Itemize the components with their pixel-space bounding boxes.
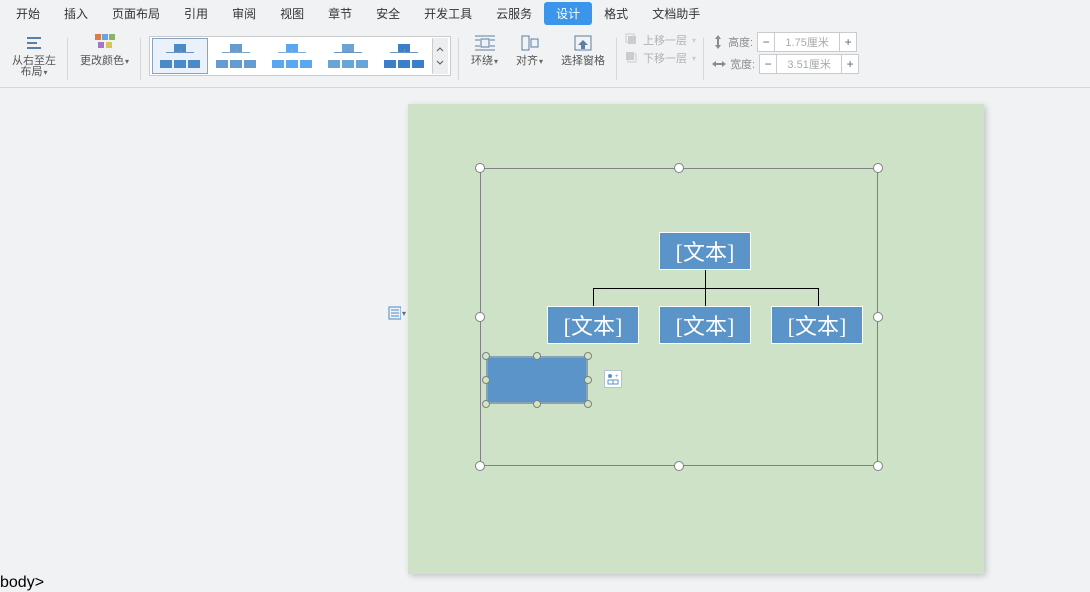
menu-review[interactable]: 审阅 [220,2,268,25]
menu-page-layout[interactable]: 页面布局 [100,2,172,25]
style-option-4[interactable] [320,38,376,74]
send-backward-icon [625,51,639,65]
ribbon-group-direction: 从右至左 布局▾ [0,30,68,88]
smartart-node-child-1[interactable]: [文本] [547,306,639,344]
width-input[interactable] [777,54,841,74]
menu-cloud[interactable]: 云服务 [484,2,544,25]
ribbon-group-arrange: 环绕▾ 对齐▾ 选择窗格 [459,30,617,88]
style-gallery [149,36,451,76]
style-option-1[interactable] [152,38,208,74]
menu-start[interactable]: 开始 [4,2,52,25]
height-input[interactable] [775,32,839,52]
selection-pane-icon [572,32,594,54]
layout-options-button[interactable]: ▾ [388,304,406,322]
menu-insert[interactable]: 插入 [52,2,100,25]
connector [818,288,819,306]
menu-chapters[interactable]: 章节 [316,2,364,25]
smartart-node-child-2[interactable]: [文本] [659,306,751,344]
colors-label: 更改颜色▾ [80,56,129,67]
svg-text:+: + [615,374,619,380]
document-area: ▾ [文本] [文本] [文本] [文本] [0,88,1090,574]
align-icon [519,32,541,54]
height-icon [712,35,724,49]
wrap-label: 环绕▾ [471,56,498,67]
width-label: 宽度: [730,56,755,72]
ribbon: 从右至左 布局▾ 更改颜色▾ [0,26,1090,88]
menu-view[interactable]: 视图 [268,2,316,25]
width-increase[interactable]: + [841,54,859,74]
ribbon-group-size: 高度: − + 宽度: − + [704,30,867,88]
align-button[interactable]: 对齐▾ [512,30,547,69]
align-label: 对齐▾ [516,56,543,67]
wrap-button[interactable]: 环绕▾ [467,30,502,69]
menu-design[interactable]: 设计 [544,2,592,25]
smartart-node-root[interactable]: [文本] [659,232,751,270]
add-shape-button[interactable]: + [604,370,622,388]
connector [705,269,706,289]
width-decrease[interactable]: − [759,54,777,74]
smartart-node-child-3[interactable]: [文本] [771,306,863,344]
height-label: 高度: [728,34,753,50]
menu-devtools[interactable]: 开发工具 [412,2,484,25]
style-option-5[interactable] [376,38,432,74]
colors-icon [94,32,116,54]
ribbon-group-order: 上移一层▾ 下移一层▾ [617,30,704,88]
style-option-2[interactable] [208,38,264,74]
ribbon-group-colors: 更改颜色▾ [68,30,141,88]
wrap-icon [474,32,496,54]
width-spinbox: − + [759,54,859,74]
menu-bar: 开始 插入 页面布局 引用 审阅 视图 章节 安全 开发工具 云服务 设计 格式… [0,0,1090,26]
send-backward-label: 下移一层 [643,50,687,66]
menu-doc-assistant[interactable]: 文档助手 [640,2,712,25]
bring-forward-button[interactable]: 上移一层▾ [625,32,696,48]
width-icon [712,58,726,70]
height-decrease[interactable]: − [757,32,775,52]
bring-forward-icon [625,33,639,47]
change-colors-button[interactable]: 更改颜色▾ [76,30,133,69]
send-backward-button[interactable]: 下移一层▾ [625,50,696,66]
width-row: 宽度: − + [712,54,859,74]
style-gallery-expand[interactable] [432,38,448,74]
bring-forward-label: 上移一层 [643,32,687,48]
shape-selection-frame[interactable] [486,356,588,404]
connector [593,288,594,306]
ribbon-group-styles [141,30,459,88]
height-increase[interactable]: + [839,32,857,52]
style-option-3[interactable] [264,38,320,74]
selection-pane-label: 选择窗格 [561,56,605,67]
selection-pane-button[interactable]: 选择窗格 [557,30,609,69]
menu-format[interactable]: 格式 [592,2,640,25]
layout-label: 布局▾ [20,67,47,78]
menu-references[interactable]: 引用 [172,2,220,25]
page-canvas[interactable]: ▾ [文本] [文本] [文本] [文本] [408,104,984,574]
connector [705,288,706,306]
rtl-button[interactable]: 从右至左 布局▾ [8,30,60,80]
height-spinbox: − + [757,32,857,52]
menu-security[interactable]: 安全 [364,2,412,25]
height-row: 高度: − + [712,32,859,52]
rtl-icon [23,32,45,54]
